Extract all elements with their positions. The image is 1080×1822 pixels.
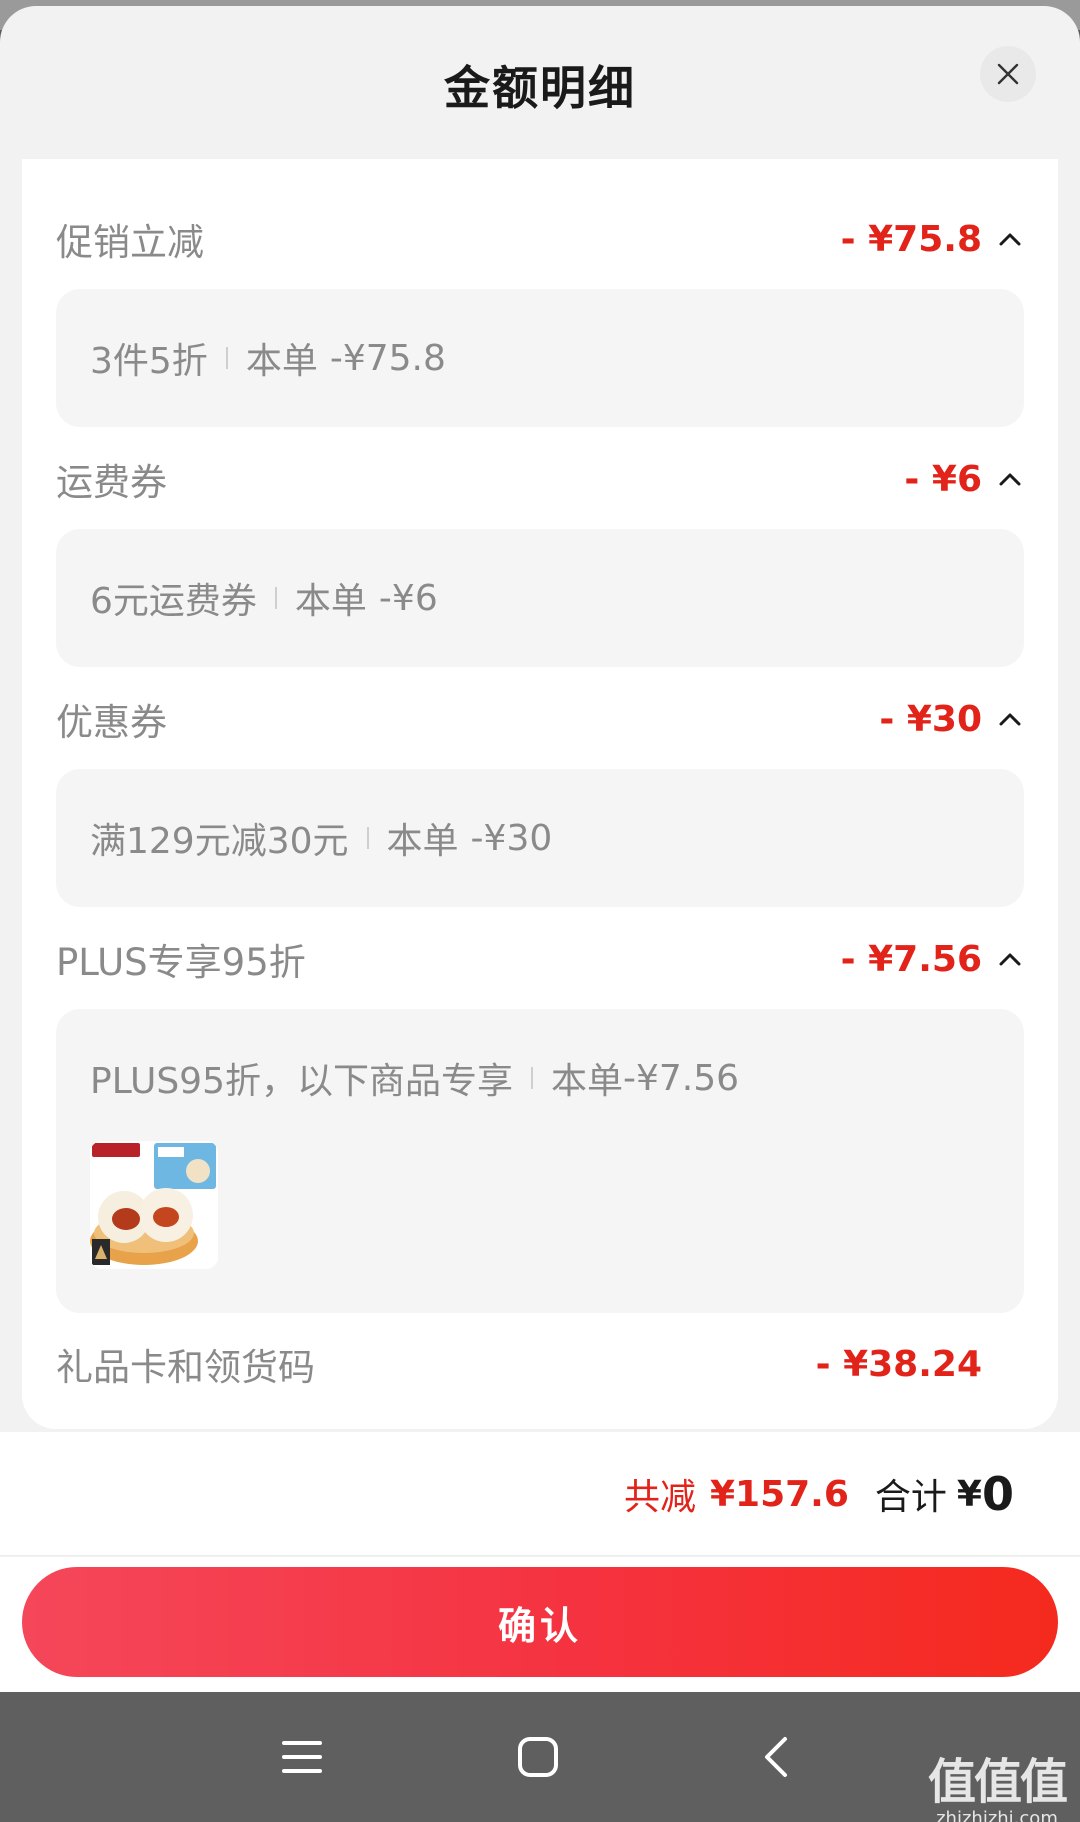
amount-detail-sheet: 金额明细 促销立减 - ¥75.8 3件5折 本单 -¥75.8 运费券 - ¥… bbox=[0, 6, 1080, 1692]
section-label: 运费券 bbox=[56, 461, 167, 504]
section-label: PLUS专享95折 bbox=[56, 941, 306, 984]
detail-order-label: 本单 bbox=[294, 581, 367, 622]
section-label: 促销立减 bbox=[56, 221, 204, 264]
section-shipping-coupon[interactable]: 运费券 - ¥6 bbox=[56, 449, 1024, 509]
close-icon bbox=[997, 63, 1019, 85]
sheet-title: 金额明细 bbox=[444, 61, 636, 115]
divider bbox=[530, 1067, 533, 1089]
detail-order-label: 本单 bbox=[386, 821, 459, 862]
sum-value: 0 bbox=[981, 1467, 1014, 1521]
detail-order-label: 本单 bbox=[550, 1061, 623, 1102]
detail-order-amount: -¥30 bbox=[470, 817, 553, 859]
detail-plus-discount: PLUS95折，以下商品专享 本单 -¥7.56 bbox=[56, 1009, 1024, 1313]
menu-icon bbox=[282, 1741, 322, 1773]
section-amount: - ¥7.56 bbox=[840, 938, 982, 980]
confirm-button[interactable]: 确认 bbox=[22, 1567, 1058, 1677]
watermark-mark: 值值值 bbox=[927, 1754, 1068, 1810]
chevron-up-icon[interactable] bbox=[996, 465, 1024, 493]
section-promotion[interactable]: 促销立减 - ¥75.8 bbox=[56, 209, 1024, 269]
steamed-bun-product-image bbox=[90, 1141, 218, 1269]
detail-coupon: 满129元减30元 本单 -¥30 bbox=[56, 769, 1024, 907]
detail-name: 满129元减30元 bbox=[90, 821, 349, 862]
section-plus-discount[interactable]: PLUS专享95折 - ¥7.56 bbox=[56, 929, 1024, 989]
section-label: 礼品卡和领货码 bbox=[56, 1346, 315, 1389]
detail-promotion: 3件5折 本单 -¥75.8 bbox=[56, 289, 1024, 427]
total-summary-bar: 共减 ¥157.6 合计 ¥ 0 bbox=[0, 1432, 1080, 1556]
back-icon bbox=[765, 1737, 787, 1777]
divider bbox=[274, 587, 277, 609]
discount-card: 促销立减 - ¥75.8 3件5折 本单 -¥75.8 运费券 - ¥6 6元运… bbox=[22, 159, 1058, 1429]
divider bbox=[366, 827, 369, 849]
watermark: 值值值 zhizhizhi.com bbox=[927, 1742, 1068, 1822]
detail-order-amount: -¥75.8 bbox=[329, 337, 446, 379]
confirm-area: 确认 bbox=[0, 1557, 1080, 1692]
saved-value: ¥157.6 bbox=[709, 1473, 849, 1515]
section-amount: - ¥6 bbox=[904, 458, 982, 500]
detail-order-amount: -¥6 bbox=[378, 577, 438, 619]
chevron-up-icon[interactable] bbox=[996, 705, 1024, 733]
divider bbox=[225, 347, 228, 369]
section-amount: - ¥75.8 bbox=[840, 218, 982, 260]
chevron-up-icon[interactable] bbox=[996, 945, 1024, 973]
detail-shipping-coupon: 6元运费券 本单 -¥6 bbox=[56, 529, 1024, 667]
detail-name: 6元运费券 bbox=[90, 581, 257, 622]
system-navigation-bar bbox=[0, 1692, 1080, 1822]
watermark-url: zhizhizhi.com bbox=[936, 1808, 1058, 1822]
product-thumbnail[interactable] bbox=[90, 1141, 218, 1269]
saved-label: 共减 bbox=[623, 1477, 696, 1518]
section-gift-card: 礼品卡和领货码 - ¥38.24 bbox=[56, 1334, 1024, 1394]
detail-name: PLUS95折，以下商品专享 bbox=[90, 1061, 513, 1102]
sheet-header: 金额明细 bbox=[0, 6, 1080, 158]
section-amount: - ¥30 bbox=[879, 698, 982, 740]
section-label: 优惠券 bbox=[56, 701, 167, 744]
back-button[interactable] bbox=[736, 1722, 816, 1792]
home-button[interactable] bbox=[498, 1722, 578, 1792]
sum-currency: ¥ bbox=[956, 1473, 982, 1515]
menu-button[interactable] bbox=[262, 1722, 342, 1792]
detail-order-label: 本单 bbox=[245, 341, 318, 382]
detail-order-amount: -¥7.56 bbox=[623, 1057, 740, 1099]
sum-label: 合计 bbox=[874, 1477, 947, 1518]
section-coupon[interactable]: 优惠券 - ¥30 bbox=[56, 689, 1024, 749]
detail-name: 3件5折 bbox=[90, 341, 208, 382]
section-amount: - ¥38.24 bbox=[815, 1343, 982, 1385]
close-button[interactable] bbox=[980, 46, 1036, 102]
home-icon bbox=[518, 1737, 558, 1777]
chevron-up-icon[interactable] bbox=[996, 225, 1024, 253]
